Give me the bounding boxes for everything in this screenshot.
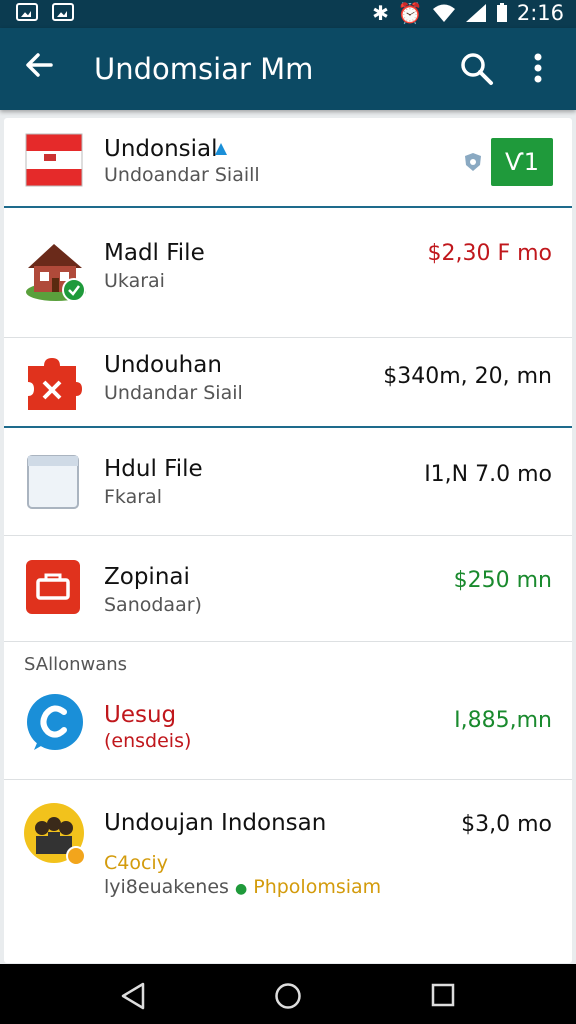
home-icon[interactable] — [274, 982, 302, 1015]
item-price: $340m, 20, mn — [383, 364, 552, 389]
status-bar: ✱ ⏰ 2:16 — [0, 0, 576, 28]
item-subtitle: C4ociy — [104, 852, 168, 874]
more-vert-icon[interactable] — [530, 52, 546, 86]
list-item[interactable]: Undoujan Indonsan C4ociy lyi8euakenes ● … — [4, 780, 572, 963]
item-subtitle: Fkaral — [104, 486, 162, 508]
item-price: $250 mn — [453, 568, 552, 593]
app-title: Undomsiar Mm — [94, 52, 314, 86]
flag-icon — [24, 132, 84, 192]
alarm-icon: ⏰ — [397, 1, 423, 25]
item-price: $2,30 F mo — [427, 241, 552, 266]
item-price: $3,0 mo — [461, 812, 552, 837]
item-meta: lyi8euakenes ● Phpolomsiam — [104, 876, 381, 898]
briefcase-icon — [24, 558, 84, 618]
item-list: Undonsial Undoandar Siaill Ѵ1 Madl File … — [4, 118, 572, 963]
item-title: Undouhan — [104, 352, 222, 378]
meta-b: Phpolomsiam — [253, 876, 382, 898]
signal-icon — [465, 4, 486, 22]
gallery-icon — [16, 3, 38, 21]
section-header: SAllonwans — [24, 654, 128, 675]
puzzle-icon — [24, 356, 84, 416]
item-subtitle: Sanodaar) — [104, 594, 202, 616]
back-nav-icon[interactable] — [120, 982, 146, 1015]
list-item[interactable]: Madl File Ukarai $2,30 F mo — [4, 208, 572, 338]
item-price: I,885,mn — [454, 708, 552, 733]
meta-a: lyi8euakenes — [104, 876, 229, 898]
item-subtitle: Undandar Siail — [104, 382, 243, 404]
item-subtitle: Ukarai — [104, 270, 165, 292]
dot-icon: ● — [234, 881, 248, 897]
image-icon — [52, 3, 74, 21]
item-subtitle: (ensdeis) — [104, 730, 192, 752]
back-arrow-icon[interactable] — [24, 50, 54, 87]
item-title: Madl File — [104, 240, 205, 266]
shield-icon — [465, 153, 481, 171]
item-title: Uesug — [104, 702, 177, 728]
action-button[interactable]: Ѵ1 — [491, 138, 553, 186]
status-time: 2:16 — [516, 1, 564, 25]
wifi-icon — [432, 4, 455, 22]
house-icon — [24, 238, 86, 302]
battery-icon — [496, 3, 507, 22]
list-item[interactable]: Hdul File Fkaral I1,N 7.0 mo — [4, 428, 572, 536]
list-item[interactable]: Zopinai Sanodaar) $250 mn — [4, 536, 572, 642]
nav-bar — [0, 964, 576, 1024]
chat-icon — [24, 692, 84, 752]
item-title: Undoujan Indonsan — [104, 810, 327, 836]
list-item[interactable]: Undouhan Undandar Siail $340m, 20, mn — [4, 338, 572, 428]
item-subtitle: Undoandar Siaill — [104, 164, 260, 186]
item-price: I1,N 7.0 mo — [424, 462, 552, 487]
list-item[interactable]: Uesug (ensdeis) I,885,mn — [4, 678, 572, 780]
triangle-icon — [215, 143, 227, 155]
people-icon — [24, 802, 86, 866]
item-title: Undonsial — [104, 136, 218, 162]
item-title: Zopinai — [104, 564, 190, 590]
search-icon[interactable] — [460, 52, 494, 86]
box-icon — [24, 450, 84, 510]
list-item[interactable]: Undonsial Undoandar Siaill Ѵ1 — [4, 118, 572, 208]
item-title: Hdul File — [104, 456, 203, 482]
app-bar: Undomsiar Mm — [0, 28, 576, 110]
recents-icon[interactable] — [430, 982, 456, 1013]
bluetooth-icon: ✱ — [372, 1, 389, 25]
